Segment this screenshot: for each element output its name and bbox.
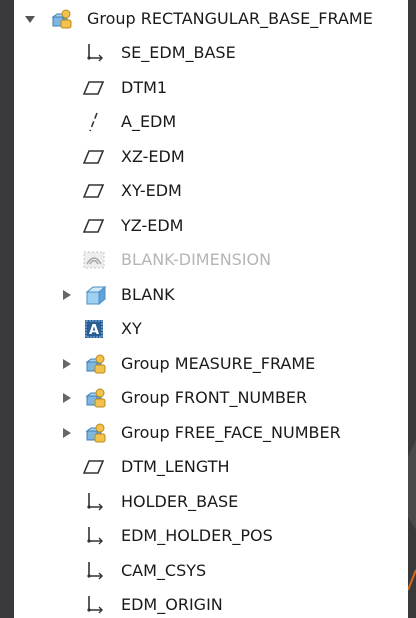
expand-arrow-icon[interactable] [60, 426, 74, 440]
background-left [0, 0, 14, 618]
csys-icon [83, 560, 105, 582]
expand-arrow-icon[interactable] [60, 288, 74, 302]
tree-row-xy[interactable]: A XY [14, 312, 408, 346]
tree-row-dtm1[interactable]: DTM1 [14, 71, 408, 105]
tree-row-root[interactable]: Group RECTANGULAR_BASE_FRAME [14, 2, 408, 36]
datum-plane-icon [83, 215, 105, 237]
svg-text:A: A [89, 323, 99, 338]
tree-row-cam-csys[interactable]: CAM_CSYS [14, 554, 408, 588]
group-icon [85, 387, 107, 409]
tree-row-se-edm-base[interactable]: SE_EDM_BASE [14, 36, 408, 70]
tree-row-holder-base[interactable]: HOLDER_BASE [14, 485, 408, 519]
csys-icon [83, 525, 105, 547]
tree-label: XY-EDM [121, 181, 182, 200]
tree-row-yz-edm[interactable]: YZ-EDM [14, 209, 408, 243]
tree-row-xy-edm[interactable]: XY-EDM [14, 174, 408, 208]
annotation-icon: A [83, 318, 105, 340]
tree-label: BLANK [121, 285, 175, 304]
solid-body-icon [85, 284, 107, 306]
tree-row-blank[interactable]: BLANK [14, 278, 408, 312]
tree-label: Group MEASURE_FRAME [121, 354, 316, 373]
tree-row-blank-dimension[interactable]: BLANK-DIMENSION [14, 243, 408, 277]
group-icon [85, 353, 107, 375]
tree-row-a-edm[interactable]: A_EDM [14, 105, 408, 139]
tree-label: A_EDM [121, 112, 177, 131]
tree-label: EDM_ORIGIN [121, 595, 223, 614]
expand-arrow-icon[interactable] [60, 357, 74, 371]
group-icon [85, 422, 107, 444]
datum-plane-icon [83, 146, 105, 168]
tree-row-group-free-face-number[interactable]: Group FREE_FACE_NUMBER [14, 416, 408, 450]
group-icon [51, 8, 73, 30]
tree-label: Group FRONT_NUMBER [121, 388, 308, 407]
tree-label: SE_EDM_BASE [121, 43, 236, 62]
model-tree-panel: Group RECTANGULAR_BASE_FRAME SE_EDM_BASE… [14, 0, 408, 618]
tree-row-group-front-number[interactable]: Group FRONT_NUMBER [14, 381, 408, 415]
tree-label: XY [121, 319, 142, 338]
tree-label: YZ-EDM [121, 216, 184, 235]
tree-label: EDM_HOLDER_POS [121, 526, 273, 545]
csys-icon [83, 594, 105, 616]
tree-label: Group RECTANGULAR_BASE_FRAME [87, 9, 373, 28]
tree-row-edm-origin[interactable]: EDM_ORIGIN [14, 588, 408, 618]
tree-row-edm-holder-pos[interactable]: EDM_HOLDER_POS [14, 519, 408, 553]
dimension-icon [83, 249, 105, 271]
csys-icon [83, 491, 105, 513]
tree-label: Group FREE_FACE_NUMBER [121, 423, 341, 442]
tree-label: HOLDER_BASE [121, 492, 239, 511]
tree-row-xz-edm[interactable]: XZ-EDM [14, 140, 408, 174]
datum-plane-icon [83, 77, 105, 99]
collapse-arrow-icon[interactable] [23, 12, 37, 26]
tree-label: DTM_LENGTH [121, 457, 230, 476]
datum-axis-icon [83, 111, 105, 133]
tree-row-dtm-length[interactable]: DTM_LENGTH [14, 450, 408, 484]
csys-icon [83, 42, 105, 64]
datum-plane-icon [83, 180, 105, 202]
datum-plane-icon [83, 456, 105, 478]
tree-label: DTM1 [121, 78, 168, 97]
tree-label: BLANK-DIMENSION [121, 250, 272, 269]
tree-label: CAM_CSYS [121, 561, 207, 580]
tree-label: XZ-EDM [121, 147, 185, 166]
tree-row-group-measure-frame[interactable]: Group MEASURE_FRAME [14, 347, 408, 381]
expand-arrow-icon[interactable] [60, 391, 74, 405]
